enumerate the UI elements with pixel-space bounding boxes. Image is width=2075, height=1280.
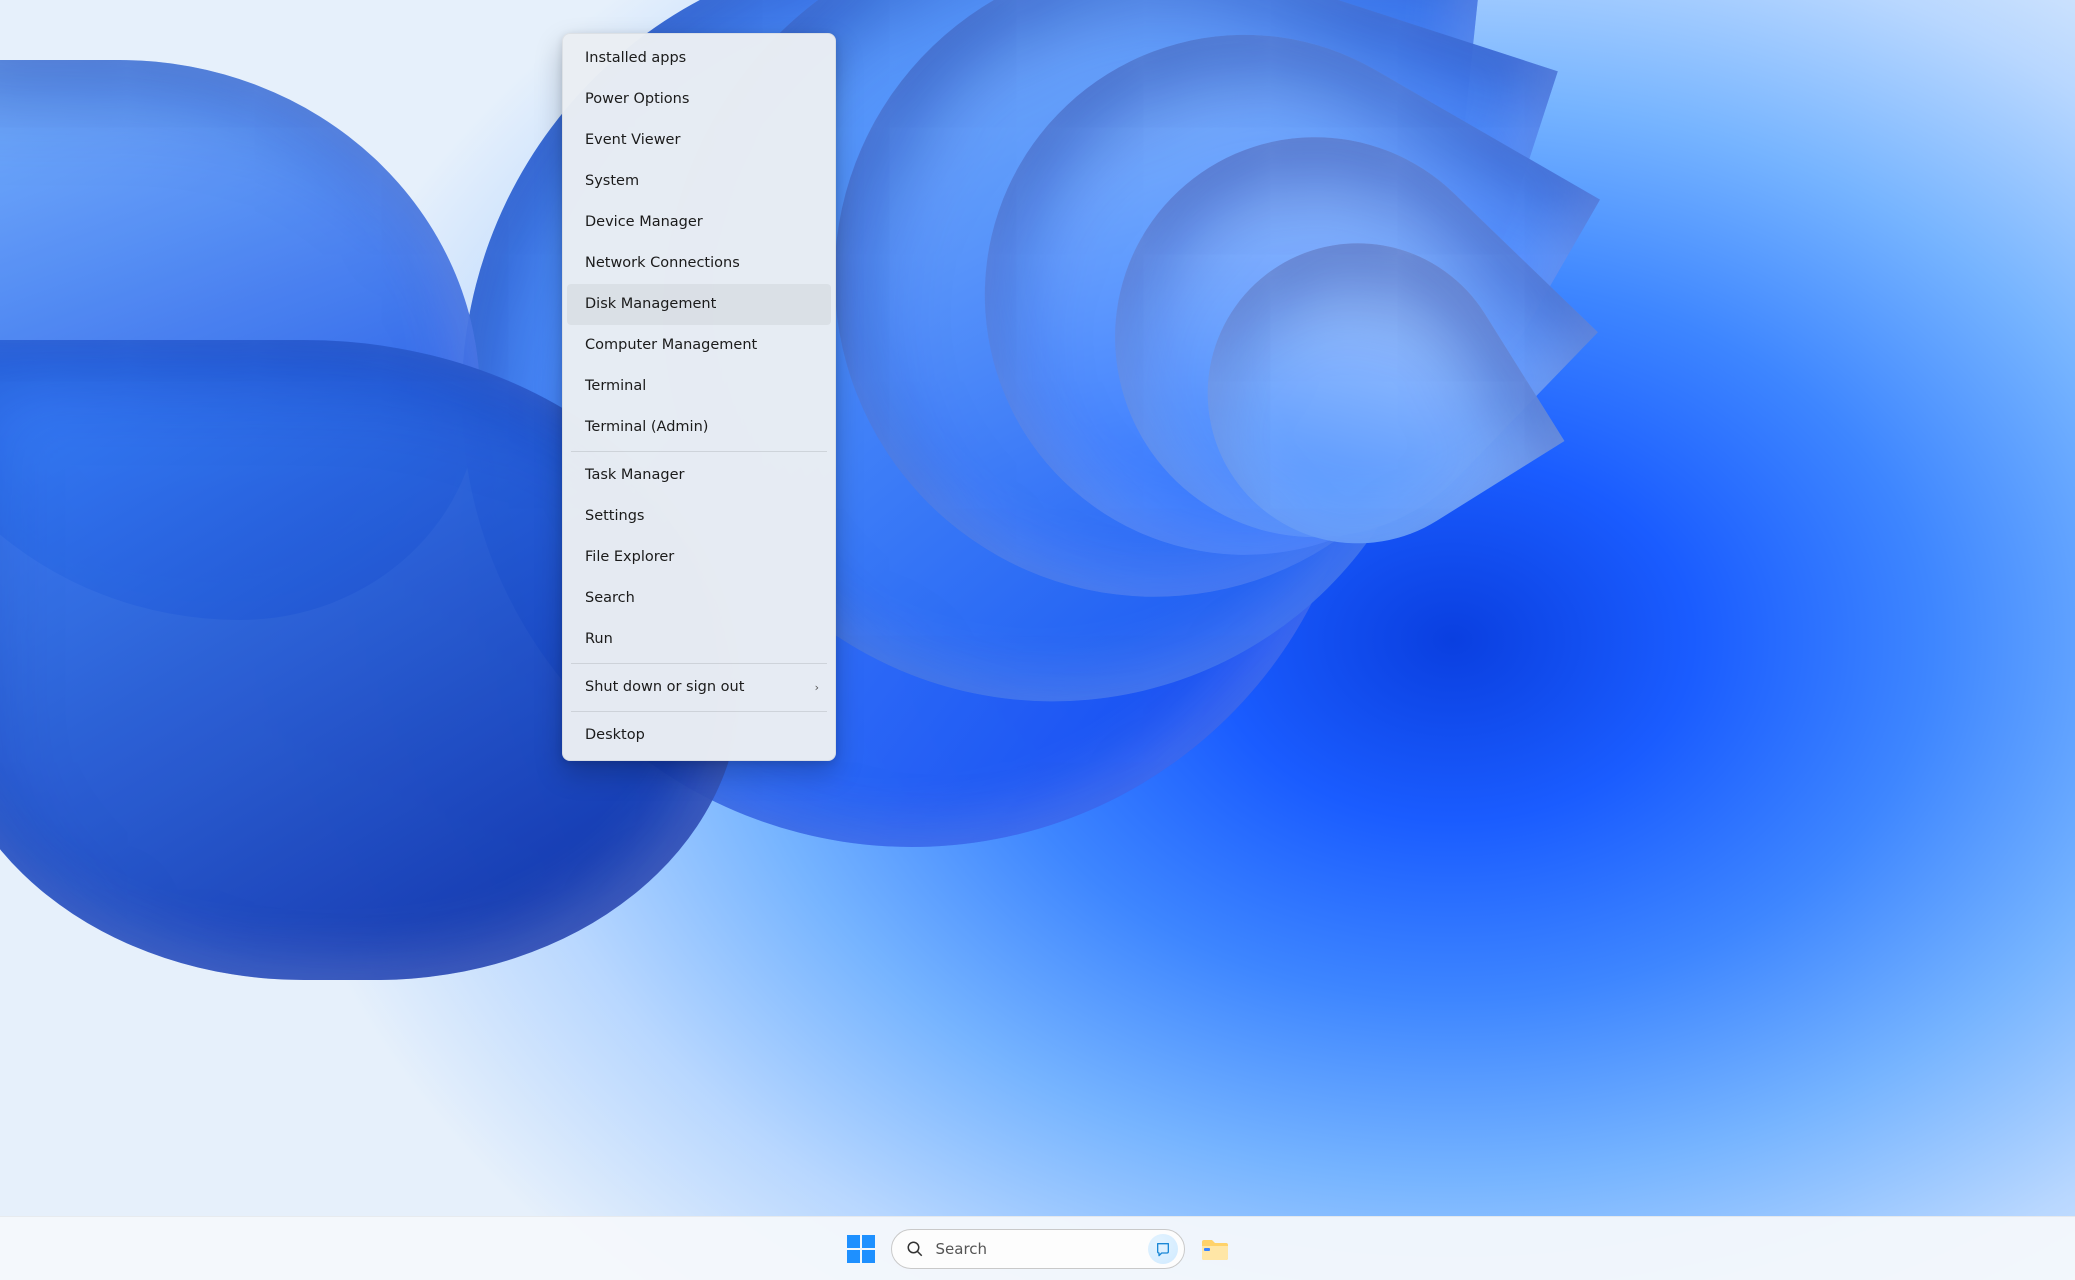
chevron-right-icon: › [815,680,819,696]
taskbar: Search [0,1216,2075,1280]
menu-item-label: Terminal [585,376,646,397]
menu-item-terminal-admin[interactable]: Terminal (Admin) [567,407,831,448]
start-button[interactable] [841,1227,881,1271]
taskbar-search-box[interactable]: Search [891,1229,1185,1269]
menu-item-settings[interactable]: Settings [567,496,831,537]
menu-item-disk-management[interactable]: Disk Management [567,284,831,325]
menu-item-desktop[interactable]: Desktop [567,715,831,756]
menu-item-computer-management[interactable]: Computer Management [567,325,831,366]
menu-item-label: System [585,171,639,192]
menu-item-search[interactable]: Search [567,578,831,619]
file-explorer-icon [1200,1236,1230,1262]
search-placeholder: Search [936,1240,1136,1258]
menu-item-label: Task Manager [585,465,684,486]
menu-item-label: Event Viewer [585,130,680,151]
search-icon [906,1240,924,1258]
menu-item-label: Network Connections [585,253,740,274]
menu-item-label: Search [585,588,635,609]
menu-item-system[interactable]: System [567,161,831,202]
menu-item-installed-apps[interactable]: Installed apps [567,38,831,79]
menu-separator [571,711,827,712]
bing-chat-icon[interactable] [1148,1234,1178,1264]
menu-item-label: Run [585,629,613,650]
desktop-wallpaper [0,0,2075,1280]
menu-item-task-manager[interactable]: Task Manager [567,455,831,496]
menu-item-label: Device Manager [585,212,703,233]
menu-item-label: Terminal (Admin) [585,417,708,438]
menu-separator [571,451,827,452]
menu-item-file-explorer[interactable]: File Explorer [567,537,831,578]
menu-item-run[interactable]: Run [567,619,831,660]
menu-separator [571,663,827,664]
menu-item-power-options[interactable]: Power Options [567,79,831,120]
menu-item-label: Installed apps [585,48,686,69]
taskbar-file-explorer[interactable] [1195,1227,1235,1271]
menu-item-label: Disk Management [585,294,716,315]
menu-item-shut-down-or-sign-out[interactable]: Shut down or sign out › [567,667,831,708]
windows-logo-icon [846,1234,876,1264]
menu-item-terminal[interactable]: Terminal [567,366,831,407]
menu-item-label: Settings [585,506,644,527]
menu-item-label: Power Options [585,89,689,110]
menu-item-device-manager[interactable]: Device Manager [567,202,831,243]
menu-item-label: File Explorer [585,547,674,568]
menu-item-label: Shut down or sign out [585,677,744,698]
menu-item-event-viewer[interactable]: Event Viewer [567,120,831,161]
winx-quick-link-menu: Installed apps Power Options Event Viewer S… [562,33,836,761]
menu-item-network-connections[interactable]: Network Connections [567,243,831,284]
menu-item-label: Computer Management [585,335,757,356]
menu-item-label: Desktop [585,725,645,746]
